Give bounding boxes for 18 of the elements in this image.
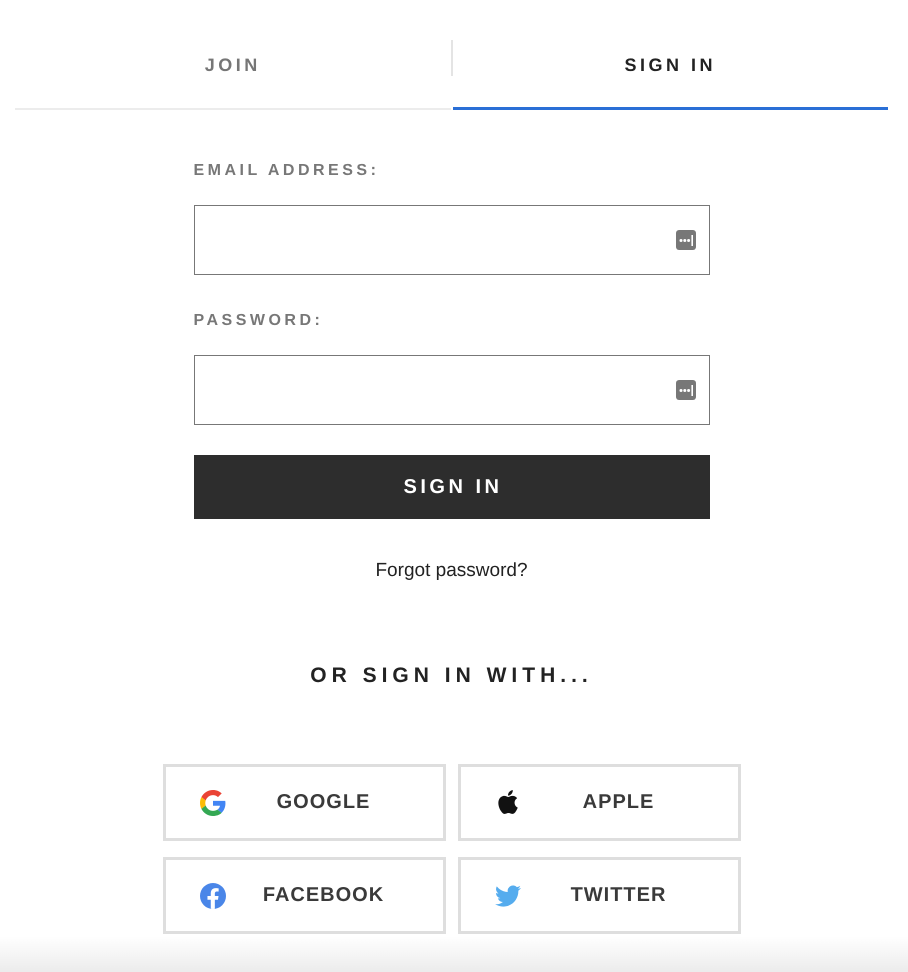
input-field[interactable] <box>194 205 710 275</box>
social-login-button[interactable]: TWITTER <box>458 857 740 934</box>
password-dots-icon[interactable] <box>676 380 696 400</box>
social-login-button[interactable]: APPLE <box>458 764 740 841</box>
password-dots-icon[interactable] <box>676 230 696 250</box>
field-label: PASSWORD: <box>194 311 324 331</box>
facebook-f-icon <box>200 882 226 908</box>
bird-icon <box>494 882 520 908</box>
social-login-button[interactable]: FACEBOOK <box>162 857 446 934</box>
tab[interactable]: SIGN IN <box>452 40 888 110</box>
field-label: EMAIL ADDRESS: <box>194 161 380 181</box>
forgot-password-link[interactable]: Forgot password? <box>375 559 528 583</box>
sign-in-button[interactable]: SIGN IN <box>194 455 710 519</box>
social-login-button[interactable]: GOOGLE <box>162 764 446 841</box>
tab[interactable]: JOIN <box>15 40 450 110</box>
google-g-icon <box>200 790 226 816</box>
input-field[interactable] <box>194 355 710 425</box>
section-heading: OR SIGN IN WITH... <box>310 663 593 689</box>
